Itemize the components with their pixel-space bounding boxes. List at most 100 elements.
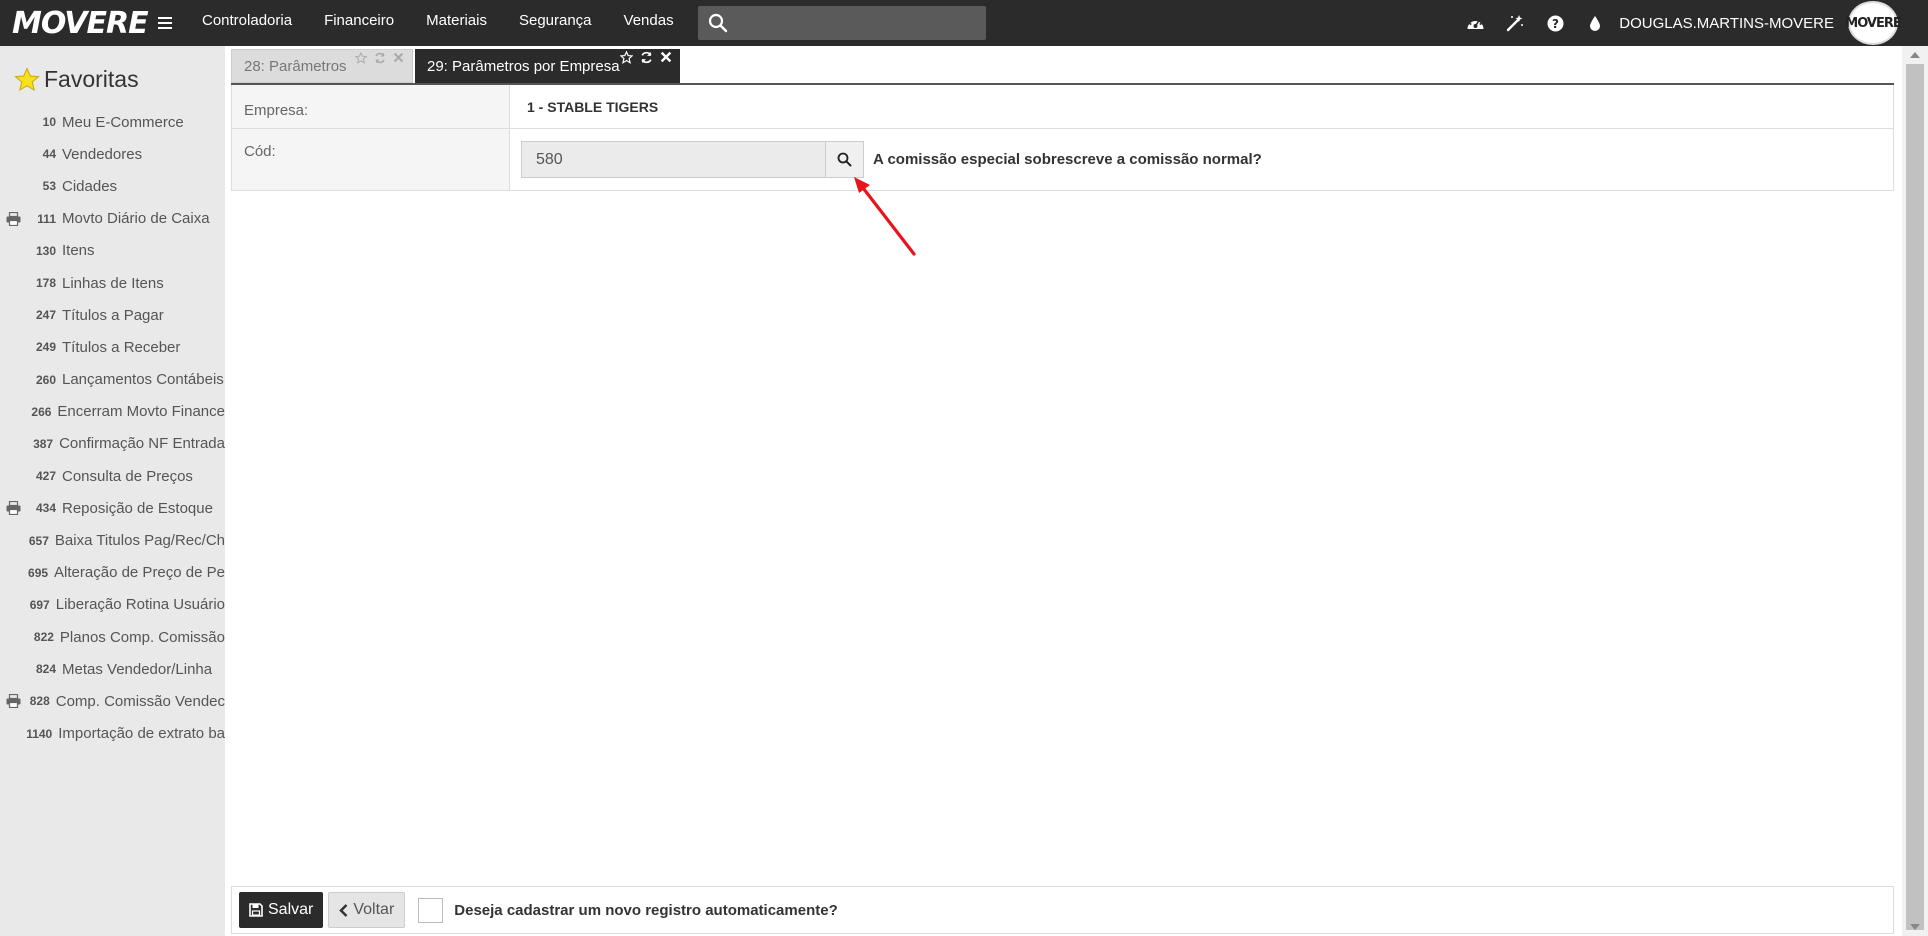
cod-field-group: 580 A comissão especial sobrescreve a co… [510,129,1893,190]
hamburger-menu-icon[interactable] [150,0,180,46]
tab-parametros[interactable]: 28: Parâmetros [231,49,413,83]
scroll-thumb[interactable] [1906,64,1924,930]
favorite-label: Encerram Movto Finance [57,403,225,421]
help-icon[interactable]: ? [1535,0,1575,46]
favorite-code: 53 [42,179,56,194]
favorite-item[interactable]: 178 Linhas de Itens [0,267,225,299]
refresh-icon[interactable] [640,51,653,64]
favorite-code: 1140 [26,726,53,741]
back-button[interactable]: Voltar [328,892,406,928]
tab-label: 28: Parâmetros [244,57,347,75]
tab-controls [355,52,404,64]
favorite-item[interactable]: 657 Baixa Titulos Pag/Rec/Ch [0,524,225,556]
favorite-label: Cidades [62,177,118,195]
favorite-item[interactable]: 1140 Importação de extrato ba [0,718,225,750]
favorite-label: Itens [62,242,95,260]
scroll-up-arrow-icon[interactable] [1910,52,1920,58]
favorite-code: 824 [35,662,56,677]
favorite-label: Metas Vendedor/Linha [62,660,213,678]
cod-lookup-button[interactable] [826,141,864,178]
favorite-item[interactable]: 53 Cidades [0,170,225,202]
favorite-label: Movto Diário de Caixa [62,210,210,228]
favorite-code: 178 [35,276,56,291]
empresa-value: 1 - STABLE TIGERS [527,98,659,115]
favorite-item[interactable]: 697 Liberação Rotina Usuário [0,589,225,621]
favorite-item[interactable]: 695 Alteração de Preço de Pe [0,557,225,589]
favorite-label: Alteração de Preço de Pe [54,564,225,582]
favorite-item[interactable]: 266 Encerram Movto Finance [0,396,225,428]
favorite-item[interactable]: 260 Lançamentos Contábeis [0,364,225,396]
printer-icon[interactable] [6,694,21,709]
star-icon [14,66,40,91]
favorite-item[interactable]: 387 Confirmação NF Entrada [0,428,225,460]
printer-icon[interactable] [6,211,21,226]
menu-item-financeiro[interactable]: Financeiro [308,0,410,46]
svg-text:?: ? [1552,17,1559,31]
tab-parametros-por-empresa[interactable]: 29: Parâmetros por Empresa [415,49,680,83]
user-toolbar: ? DOUGLAS.MARTINS-MOVERE MOVERE [1455,0,1928,46]
favorite-code: 697 [29,597,50,612]
favorite-code: 249 [35,340,56,355]
favorite-item[interactable]: 427 Consulta de Preços [0,460,225,492]
username-label[interactable]: DOUGLAS.MARTINS-MOVERE [1619,15,1834,32]
form-footer: Salvar Voltar Deseja cadastrar um novo r… [231,886,1894,934]
page-scrollbar[interactable] [1902,46,1928,936]
top-navbar: MOVERE Controladoria Financeiro Materiai… [0,0,1928,46]
favorite-label: Comp. Comissão Vendec [55,692,225,710]
favorite-code: 657 [28,533,49,548]
favorite-label: Importação de extrato ba [58,725,225,743]
favorite-item[interactable]: 247 Títulos a Pagar [0,299,225,331]
logo-text: MOVERE [12,5,149,41]
favorite-item[interactable]: 249 Títulos a Receber [0,331,225,363]
menu-item-seguranca[interactable]: Segurança [503,0,608,46]
menu-item-controladoria[interactable]: Controladoria [186,0,308,46]
star-outline-icon[interactable] [620,51,633,64]
back-label: Voltar [353,901,395,918]
menu-item-materiais[interactable]: Materiais [410,0,503,46]
favorite-item[interactable]: 828 Comp. Comissão Vendec [0,685,225,717]
favorite-label: Lançamentos Contábeis [62,371,224,389]
favorite-item[interactable]: 824 Metas Vendedor/Linha [0,653,225,685]
search-icon [837,152,852,167]
favorite-item[interactable]: 44 Vendedores [0,138,225,170]
chevron-left-icon [339,903,348,917]
tab-label: 29: Parâmetros por Empresa [427,57,620,75]
global-search-input[interactable] [697,6,986,40]
theme-drop-icon[interactable] [1575,0,1615,46]
menu-item-vendas[interactable]: Vendas [608,0,690,46]
movere-logo[interactable]: MOVERE [0,0,149,46]
close-icon[interactable] [660,51,672,63]
favorite-item[interactable]: 10 Meu E-Commerce [0,106,225,138]
favorites-sidebar: Favoritas 10 Meu E-Commerce 44 Vendedores 53… [0,46,225,936]
empresa-label: Empresa: [232,85,510,128]
avatar-text: MOVERE [1845,15,1901,31]
avatar[interactable]: MOVERE [1845,1,1902,45]
favorite-item[interactable]: 434 Reposição de Estoque [0,492,225,524]
favorite-label: Linhas de Itens [62,274,164,292]
favorite-code: 695 [28,565,49,580]
close-icon[interactable] [393,52,404,63]
favorite-code: 387 [33,436,54,451]
star-outline-icon[interactable] [355,52,367,64]
favorite-label: Vendedores [62,145,143,163]
favorite-code: 247 [35,308,56,323]
favorites-title: Favoritas [44,65,139,92]
save-button[interactable]: Salvar [239,892,324,928]
favorite-label: Títulos a Pagar [62,306,164,324]
dashboard-icon[interactable] [1455,0,1495,46]
search-icon [708,13,727,33]
cod-input[interactable]: 580 [521,141,826,178]
empresa-row: Empresa: 1 - STABLE TIGERS [231,85,1894,129]
favorite-code: 260 [35,372,56,387]
favorite-code: 822 [33,630,54,645]
favorite-item[interactable]: 111 Movto Diário de Caixa [0,203,225,235]
favorite-item[interactable]: 822 Planos Comp. Comissão [0,621,225,653]
favorite-label: Consulta de Preços [62,467,193,485]
favorite-code: 266 [31,404,52,419]
auto-register-checkbox[interactable] [418,897,444,923]
scroll-down-arrow-icon[interactable] [1910,924,1920,930]
refresh-icon[interactable] [374,52,386,64]
magic-wand-icon[interactable] [1495,0,1535,46]
printer-icon[interactable] [6,501,21,516]
favorite-item[interactable]: 130 Itens [0,235,225,267]
